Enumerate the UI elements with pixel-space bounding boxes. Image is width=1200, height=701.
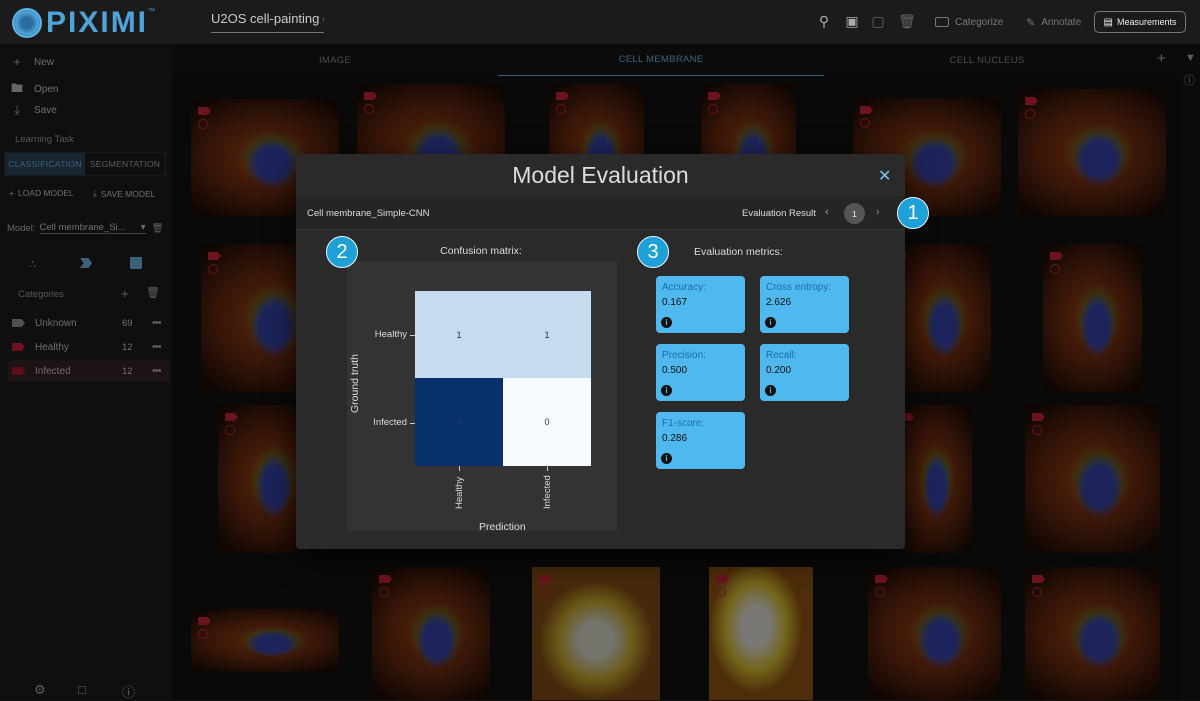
dialog-subheader: Cell membrane_Simple-CNN Evaluation Resu…	[296, 197, 905, 230]
y-tick-label: Infected	[373, 417, 407, 428]
annotate-label: Annotate	[1041, 16, 1082, 28]
zoom-icon[interactable]: ⚲	[816, 13, 832, 29]
deselect-icon[interactable]: ▢	[870, 13, 886, 29]
metric-value: 0.500	[662, 365, 688, 376]
y-tick-label: Healthy	[374, 329, 407, 340]
top-bar: PIXIMI ™ U2OS cell-painting expe ⚲ ▣ ▢ 🗑…	[0, 0, 1200, 44]
matrix-cell: 1	[503, 291, 591, 378]
callout-badge: 2	[326, 236, 358, 268]
callout-badge: 1	[897, 197, 929, 229]
app-logo: PIXIMI ™	[12, 6, 155, 40]
x-tick-mark	[459, 466, 460, 471]
label-icon	[935, 17, 949, 27]
metric-label: Accuracy:	[662, 282, 706, 293]
chevron-right-icon[interactable]: ›	[876, 206, 880, 218]
info-icon[interactable]: i	[661, 317, 672, 328]
trademark-mark: ™	[148, 8, 156, 15]
metric-label: Precision:	[662, 350, 706, 361]
metric-value: 0.286	[662, 433, 688, 444]
confusion-matrix-chart: Ground truth Healthy Infected 1 1 4 0 He…	[347, 261, 617, 533]
categorize-button[interactable]: Categorize	[935, 12, 1003, 32]
matrix-cell: 0	[503, 378, 591, 466]
evaluation-result-label: Evaluation Result	[742, 208, 816, 219]
measurements-button[interactable]: ▤ Measurements	[1094, 11, 1186, 33]
page-indicator[interactable]: 1	[844, 203, 865, 224]
logo-icon	[12, 8, 42, 38]
metric-label: Cross entropy:	[766, 282, 832, 293]
info-icon[interactable]: i	[765, 385, 776, 396]
metric-value: 0.200	[766, 365, 792, 376]
callout-badge: 3	[637, 236, 669, 268]
x-tick-label: Infected	[542, 475, 553, 509]
confusion-matrix-title: Confusion matrix:	[440, 245, 522, 257]
metric-value: 0.167	[662, 297, 688, 308]
ruler-icon: ▤	[1103, 16, 1113, 28]
x-tick-label: Healthy	[454, 476, 465, 509]
info-icon[interactable]: i	[765, 317, 776, 328]
project-name-input[interactable]: U2OS cell-painting expe	[211, 11, 324, 33]
close-icon[interactable]: ✕	[878, 166, 891, 186]
metric-card-recall: Recall: 0.200 i	[760, 344, 849, 401]
categorize-label: Categorize	[955, 16, 1004, 28]
model-evaluation-dialog: Model Evaluation ✕ Cell membrane_Simple-…	[296, 154, 905, 549]
delete-icon[interactable]: 🗑	[898, 13, 916, 29]
y-axis-label: Ground truth	[349, 354, 361, 413]
matrix-cell: 1	[415, 291, 503, 378]
metric-label: F1-score:	[662, 418, 705, 429]
metric-value: 2.626	[766, 297, 792, 308]
metric-label: Recall:	[766, 350, 797, 361]
matrix-cell: 4	[415, 378, 503, 466]
metric-card-f1-score: F1-score: 0.286 i	[656, 412, 745, 469]
app-name: PIXIMI	[46, 6, 149, 39]
info-icon[interactable]: i	[661, 453, 672, 464]
dialog-title: Model Evaluation	[512, 162, 689, 188]
pen-icon: ✎	[1026, 16, 1036, 29]
chevron-left-icon[interactable]: ‹	[825, 206, 829, 218]
measurements-label: Measurements	[1116, 17, 1177, 27]
info-icon[interactable]: i	[661, 385, 672, 396]
metric-card-accuracy: Accuracy: 0.167 i	[656, 276, 745, 333]
annotate-button[interactable]: ✎ Annotate	[1026, 12, 1081, 32]
metric-card-precision: Precision: 0.500 i	[656, 344, 745, 401]
evaluation-metrics-title: Evaluation metrics:	[694, 246, 783, 258]
select-all-icon[interactable]: ▣	[844, 13, 860, 29]
x-tick-mark	[547, 466, 548, 471]
x-axis-label: Prediction	[479, 521, 526, 533]
model-name: Cell membrane_Simple-CNN	[307, 208, 430, 219]
metric-card-cross-entropy: Cross entropy: 2.626 i	[760, 276, 849, 333]
